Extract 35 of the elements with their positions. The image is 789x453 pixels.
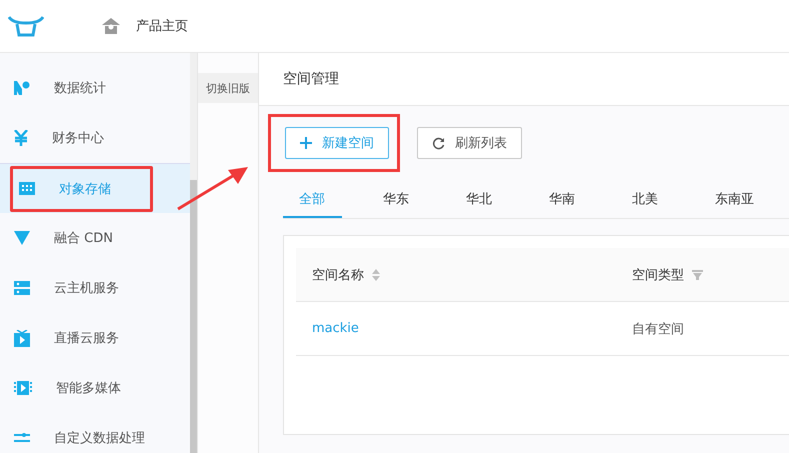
chart-icon (14, 81, 30, 95)
sort-icon[interactable] (372, 268, 380, 280)
region-tab[interactable]: 华北 (425, 182, 508, 218)
yen-icon (14, 130, 28, 146)
sidebar-item[interactable]: 数据统计 (0, 63, 190, 113)
grid-icon (19, 182, 35, 195)
region-tab[interactable]: 华南 (508, 182, 591, 218)
sliders-icon (14, 433, 30, 443)
page-title: 空间管理 (283, 70, 339, 88)
sidebar-item[interactable]: 直播云服务 (0, 313, 190, 363)
home-link[interactable]: 产品主页 (102, 17, 188, 35)
sidebar-item[interactable]: 融合 CDN (0, 213, 190, 263)
home-icon (102, 18, 120, 34)
scrollbar-thumb[interactable] (190, 180, 197, 453)
sidebar-item[interactable]: 财务中心 (0, 113, 190, 163)
sidebar-item[interactable]: 云主机服务 (0, 263, 190, 313)
logo-icon (8, 15, 44, 37)
triangle-icon (14, 231, 30, 245)
region-tab[interactable]: 北美 (591, 182, 674, 218)
table-cell-text: 自有空间 (632, 320, 684, 338)
server-icon (14, 281, 30, 295)
switch-old-version-button[interactable]: 切换旧版 (198, 73, 258, 103)
tv-icon (14, 330, 30, 346)
refresh-button[interactable]: 刷新列表 (417, 127, 522, 159)
filter-icon[interactable] (692, 270, 703, 280)
plus-icon (300, 137, 312, 149)
column-header: 空间类型 (632, 266, 684, 284)
sidebar-item[interactable]: 自定义数据处理 (0, 413, 190, 453)
column-header: 空间名称 (312, 266, 364, 284)
region-tab[interactable]: 华东 (342, 182, 425, 218)
highlight-box: 对象存储 (10, 166, 153, 212)
film-icon (14, 381, 32, 395)
region-tab[interactable]: 东南亚 (674, 182, 757, 218)
sidebar-item[interactable]: 智能多媒体 (0, 363, 190, 413)
refresh-icon (432, 136, 445, 150)
